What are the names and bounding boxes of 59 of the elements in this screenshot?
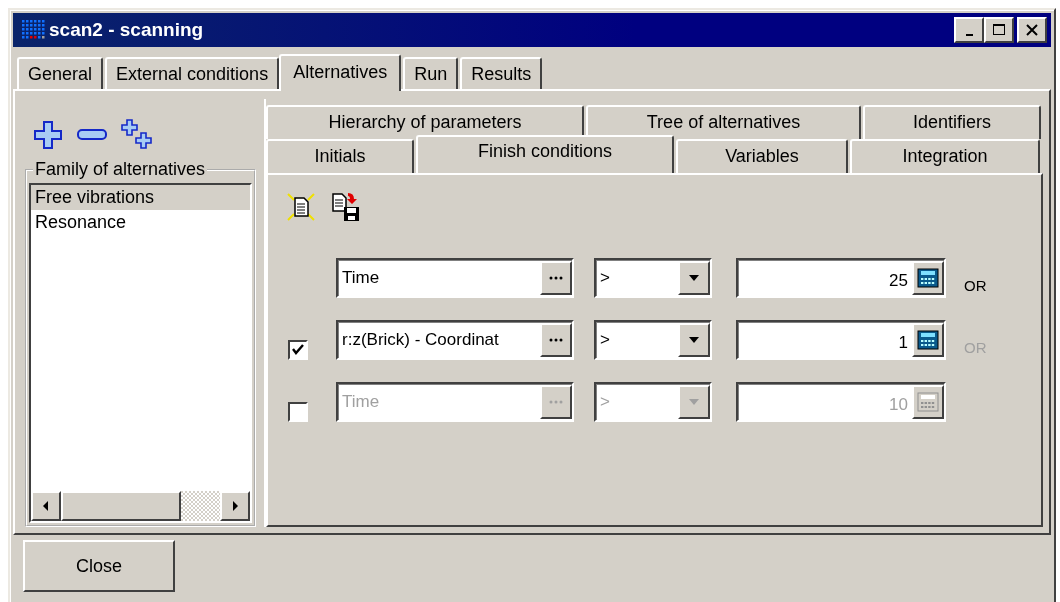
calculator-button[interactable] [912, 261, 944, 295]
maximize-button[interactable] [984, 17, 1014, 43]
new-document-icon[interactable] [286, 192, 316, 222]
window-close-button[interactable] [1017, 17, 1047, 43]
tab[interactable]: Identifiers [863, 105, 1041, 139]
parameter-field[interactable]: r:z(Brick) - Coordinat [336, 320, 574, 360]
checkbox[interactable] [288, 340, 308, 360]
scroll-left-button[interactable] [31, 491, 61, 521]
calculator-icon [917, 330, 939, 350]
right-arrow-icon [230, 499, 240, 513]
dropdown-button[interactable] [678, 323, 710, 357]
calculator-button[interactable] [912, 323, 944, 357]
tab[interactable]: Integration [850, 139, 1040, 173]
tab[interactable]: Results [460, 57, 543, 89]
caret-icon [687, 273, 701, 283]
value-field[interactable]: 1 [736, 320, 946, 360]
tab[interactable]: Finish conditions [416, 135, 674, 173]
check-icon [291, 343, 305, 357]
operator-dropdown[interactable]: > [594, 320, 712, 360]
ellipsis-icon [547, 399, 565, 405]
tab[interactable]: General [17, 57, 104, 89]
operator-dropdown[interactable]: > [594, 258, 712, 298]
plus-icon[interactable] [33, 120, 63, 150]
or-label: OR [964, 275, 987, 294]
ellipsis-icon [547, 275, 565, 281]
tab[interactable]: Run [403, 57, 459, 89]
left-arrow-icon [41, 499, 51, 513]
caret-icon [687, 397, 701, 407]
app-icon [21, 19, 47, 41]
tab[interactable]: Hierarchy of parameters [266, 105, 584, 139]
double-plus-icon[interactable] [121, 119, 153, 151]
browse-button[interactable] [540, 323, 572, 357]
dropdown-button[interactable] [678, 261, 710, 295]
window-title: scan2 - scanning [49, 19, 204, 41]
list-item[interactable]: Free vibrations [31, 185, 250, 210]
dropdown-button[interactable] [678, 385, 710, 419]
ellipsis-icon [547, 337, 565, 343]
browse-button[interactable] [540, 261, 572, 295]
maximize-icon [992, 23, 1006, 37]
tab[interactable]: Alternatives [279, 54, 402, 91]
value-field[interactable]: 25 [736, 258, 946, 298]
parameter-field[interactable]: Time [336, 258, 574, 298]
tab[interactable]: Tree of alternatives [586, 105, 861, 139]
calculator-icon [917, 392, 939, 412]
minus-icon[interactable] [77, 128, 107, 142]
close-button[interactable]: Close [23, 540, 175, 592]
close-icon [1025, 23, 1039, 37]
list-item[interactable]: Resonance [31, 210, 250, 235]
scroll-thumb[interactable] [61, 491, 181, 521]
tab[interactable]: Initials [266, 139, 414, 173]
minimize-button[interactable] [954, 17, 984, 43]
scroll-right-button[interactable] [220, 491, 250, 521]
caret-icon [687, 335, 701, 345]
save-document-icon[interactable] [330, 191, 362, 223]
group-title: Family of alternatives [33, 159, 208, 180]
minimize-icon [965, 34, 973, 36]
calculator-button[interactable] [912, 385, 944, 419]
tab[interactable]: Variables [676, 139, 848, 173]
calculator-icon [917, 268, 939, 288]
